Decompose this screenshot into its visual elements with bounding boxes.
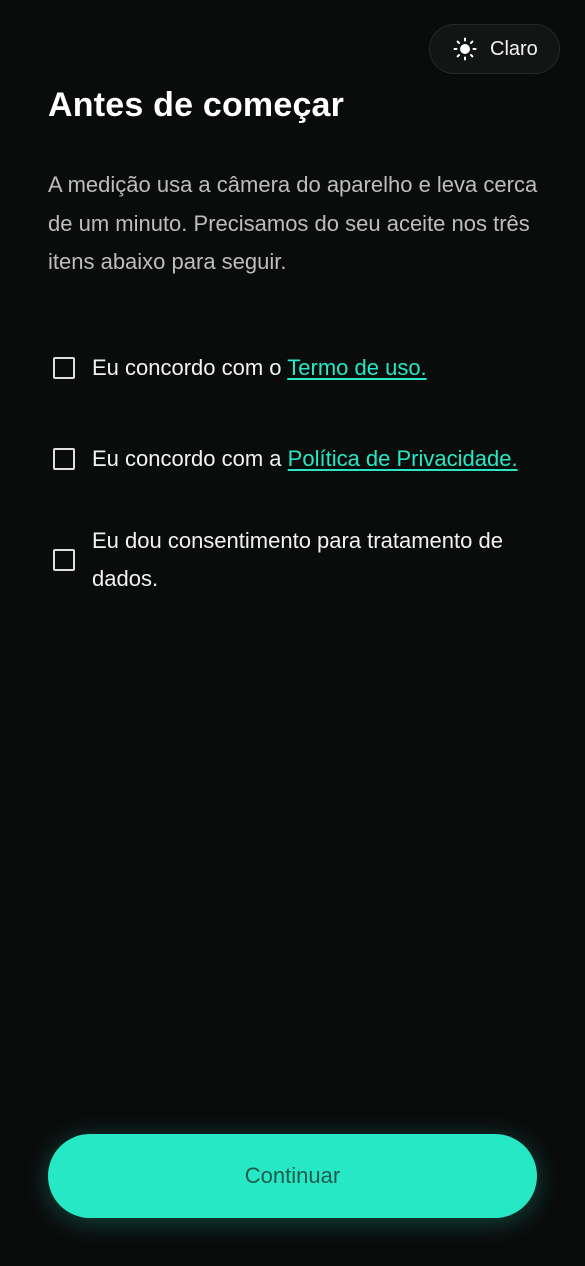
consent-privacy-prefix: Eu concordo com a xyxy=(92,446,288,471)
consent-item-privacy: Eu concordo com a Política de Privacidad… xyxy=(48,422,548,496)
theme-toggle-label: Claro xyxy=(490,37,538,60)
theme-toggle-button[interactable]: Claro xyxy=(429,24,560,74)
continue-button[interactable]: Continuar xyxy=(48,1134,537,1218)
privacy-checkbox[interactable] xyxy=(53,448,75,470)
consent-item-terms: Eu concordo com o Termo de uso. xyxy=(48,348,548,388)
page-title: Antes de começar xyxy=(48,86,345,124)
sun-icon xyxy=(452,36,478,62)
terms-of-use-link[interactable]: Termo de uso. xyxy=(287,355,426,380)
intro-text: A medição usa a câmera do aparelho e lev… xyxy=(48,172,538,274)
privacy-policy-link[interactable]: Política de Privacidade. xyxy=(288,446,518,471)
consent-text-terms: Eu concordo com o Termo de uso. xyxy=(92,349,427,387)
consent-text-privacy: Eu concordo com a Política de Privacidad… xyxy=(92,440,518,478)
consent-terms-prefix: Eu concordo com o xyxy=(92,355,288,380)
consent-item-data: Eu dou consentimento para tratamento de … xyxy=(48,523,548,597)
terms-checkbox[interactable] xyxy=(53,357,75,379)
data-consent-checkbox[interactable] xyxy=(53,549,75,571)
consent-text-data: Eu dou consentimento para tratamento de … xyxy=(92,528,503,591)
